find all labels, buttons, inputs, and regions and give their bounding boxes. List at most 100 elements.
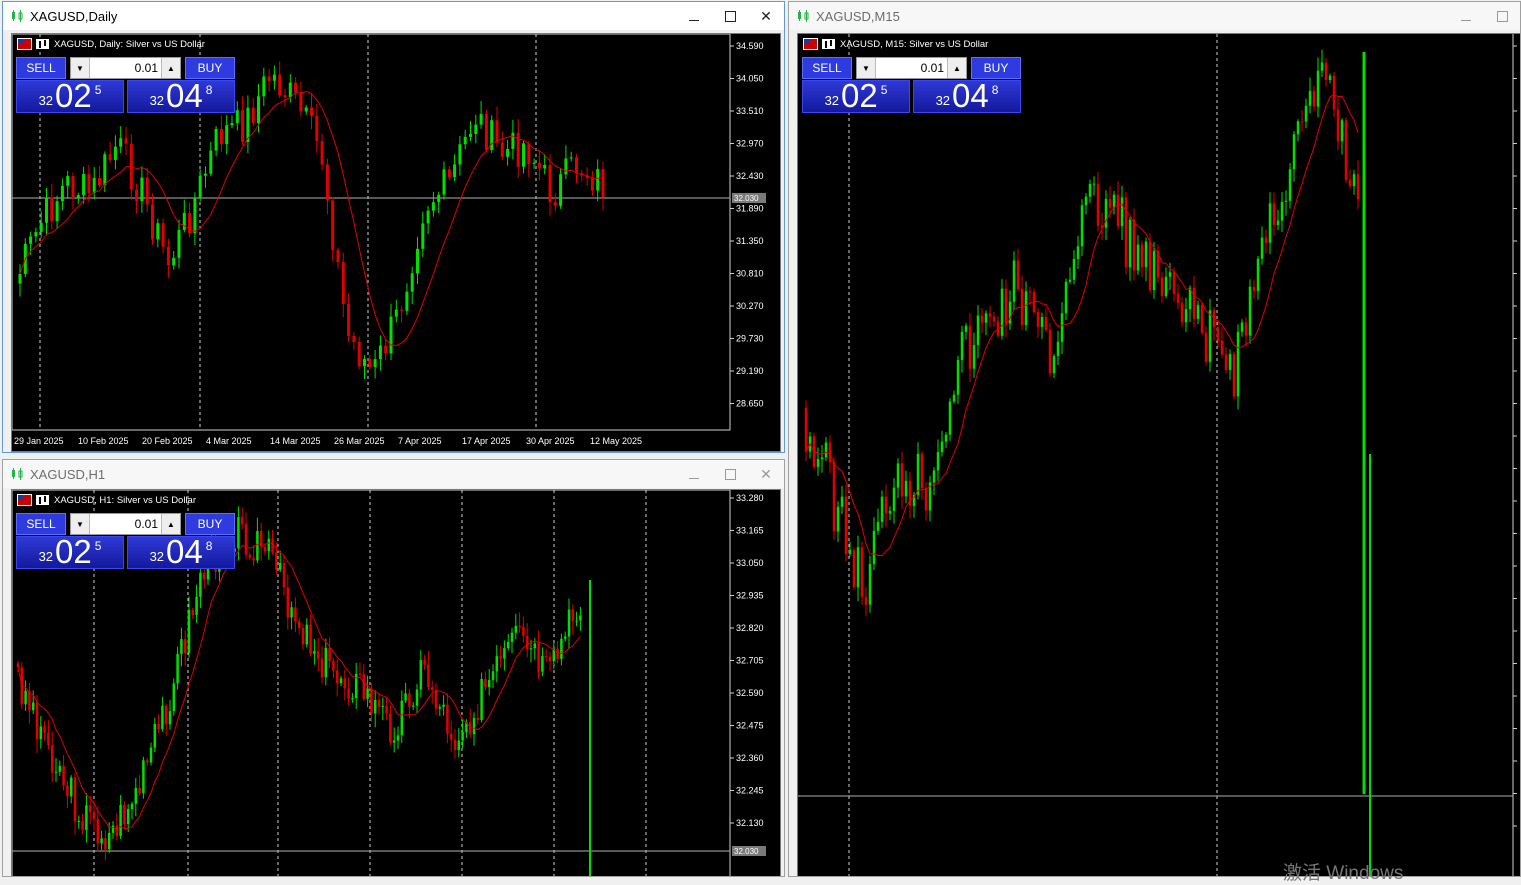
- window-daily[interactable]: XAGUSD,Daily ✕ 34.590 34.050 33.510 32.970 3…: [2, 1, 785, 453]
- candle-body: [868, 563, 872, 605]
- candle-body: [872, 530, 876, 564]
- current-price-tag-text: 32.030: [734, 847, 759, 856]
- candle-body: [370, 688, 373, 714]
- lot-stepper[interactable]: ▼ ▲: [70, 57, 181, 79]
- candle-body: [1300, 121, 1304, 123]
- candle-body: [145, 177, 149, 205]
- candle-body: [904, 480, 908, 497]
- candle-body: [1324, 62, 1328, 81]
- chart-h1[interactable]: 33.280 33.165 33.050 32.935 32.820 32.705 32.5…: [11, 489, 781, 876]
- candle-body: [544, 656, 548, 658]
- candle-body: [1236, 331, 1240, 397]
- lot-stepper[interactable]: ▼ ▲: [856, 57, 967, 79]
- candle-body: [267, 538, 271, 552]
- lot-input[interactable]: [90, 514, 161, 534]
- minimize-button[interactable]: [676, 460, 712, 488]
- candle-body: [34, 231, 38, 237]
- candle-body: [294, 82, 298, 93]
- candle-body: [316, 651, 320, 659]
- candle-body: [1192, 287, 1196, 319]
- lot-increase-button[interactable]: ▲: [161, 514, 180, 534]
- sell-price-main: 02: [55, 533, 92, 570]
- window-h1[interactable]: XAGUSD,H1 ✕ 33.280 33.165 33.050 32.935 32.8…: [2, 459, 785, 877]
- sell-button[interactable]: SELL: [802, 57, 852, 79]
- candle-body: [446, 704, 449, 734]
- candle-body: [183, 639, 187, 653]
- lot-increase-button[interactable]: ▲: [161, 58, 180, 78]
- maximize-button[interactable]: [712, 2, 748, 30]
- time-axis-label: 7 Apr 2025: [398, 436, 442, 446]
- candle-body: [96, 818, 100, 844]
- candle-body: [856, 547, 860, 588]
- time-axis-label: 14 Mar 2025: [270, 436, 321, 446]
- buy-button[interactable]: BUY: [185, 57, 235, 79]
- buy-button[interactable]: BUY: [185, 513, 235, 535]
- maximize-button[interactable]: [1484, 2, 1520, 30]
- buy-button[interactable]: BUY: [971, 57, 1021, 79]
- candle-body: [138, 787, 141, 794]
- lot-stepper[interactable]: ▼ ▲: [70, 513, 181, 535]
- candle-body: [225, 125, 229, 145]
- titlebar-h1[interactable]: XAGUSD,H1 ✕: [3, 460, 784, 488]
- lot-decrease-button[interactable]: ▼: [71, 58, 90, 78]
- candle-body: [944, 434, 948, 442]
- minimize-button[interactable]: [676, 2, 712, 30]
- lot-increase-button[interactable]: ▲: [947, 58, 966, 78]
- sell-price[interactable]: 32 02 5: [802, 79, 910, 113]
- candle-body: [1220, 340, 1224, 355]
- candle-body: [852, 550, 856, 588]
- one-click-trade-panel[interactable]: SELL ▼ ▲ BUY 32 02 5 32 04 8: [802, 56, 1021, 113]
- price-axis-label: 32.360: [736, 753, 764, 763]
- candle-body: [98, 177, 101, 186]
- sell-price[interactable]: 32 02 5: [16, 79, 124, 113]
- price-axis-label: 32.935: [736, 591, 764, 601]
- lot-input[interactable]: [90, 58, 161, 78]
- lot-input[interactable]: [876, 58, 947, 78]
- window-m15[interactable]: XAGUSD,M15 XAGUSD, M15: Silver vs US Dol…: [788, 1, 1521, 877]
- candle-body: [880, 496, 884, 522]
- minimize-button[interactable]: [1448, 2, 1484, 30]
- candle-body: [187, 610, 191, 653]
- candle-body: [940, 441, 944, 453]
- candlestick-icon: [798, 10, 809, 22]
- buy-price-main: 04: [952, 77, 989, 114]
- candle-body: [1172, 272, 1176, 294]
- buy-price[interactable]: 32 04 8: [913, 77, 1021, 114]
- candle-body: [1200, 304, 1204, 333]
- candle-body: [952, 394, 956, 402]
- candle-body: [71, 176, 75, 199]
- titlebar-m15[interactable]: XAGUSD,M15: [789, 2, 1520, 30]
- maximize-button[interactable]: [712, 460, 748, 488]
- candle-body: [230, 123, 234, 126]
- chart-canvas[interactable]: [798, 34, 1521, 877]
- close-button[interactable]: ✕: [748, 2, 784, 30]
- buy-price[interactable]: 32 04 8: [127, 79, 235, 113]
- candle-body: [430, 687, 434, 690]
- chart-daily[interactable]: 34.590 34.050 33.510 32.970 32.430 31.890 31.3…: [11, 33, 781, 452]
- candle-body: [988, 313, 992, 317]
- candle-body: [992, 316, 996, 322]
- chart-m15[interactable]: XAGUSD, M15: Silver vs US Dollar SELL ▼ …: [797, 33, 1521, 877]
- candle-body: [1136, 244, 1140, 271]
- candle-body: [1252, 286, 1256, 292]
- candle-body: [1128, 219, 1132, 268]
- buy-price[interactable]: 32 04 8: [127, 535, 235, 569]
- candle-body: [304, 107, 308, 112]
- sell-button[interactable]: SELL: [16, 513, 66, 535]
- candle-body: [1040, 316, 1044, 327]
- candle-body: [1016, 260, 1020, 289]
- titlebar-daily[interactable]: XAGUSD,Daily ✕: [3, 2, 784, 30]
- candle-body: [126, 809, 130, 825]
- candle-body: [299, 92, 303, 112]
- one-click-trade-panel[interactable]: SELL ▼ ▲ BUY 32 02 5 32 04 8: [16, 512, 235, 569]
- sell-price[interactable]: 32 02 5: [16, 533, 124, 570]
- candle-body: [1120, 197, 1124, 227]
- lot-decrease-button[interactable]: ▼: [857, 58, 876, 78]
- close-button[interactable]: ✕: [748, 460, 784, 488]
- candle-body: [579, 615, 582, 621]
- candle-body: [964, 325, 968, 332]
- sell-button[interactable]: SELL: [16, 57, 66, 79]
- one-click-trade-panel[interactable]: SELL ▼ ▲ BUY 32 02 5 32 04 8: [16, 56, 235, 113]
- lot-decrease-button[interactable]: ▼: [71, 514, 90, 534]
- candle-body: [320, 658, 324, 678]
